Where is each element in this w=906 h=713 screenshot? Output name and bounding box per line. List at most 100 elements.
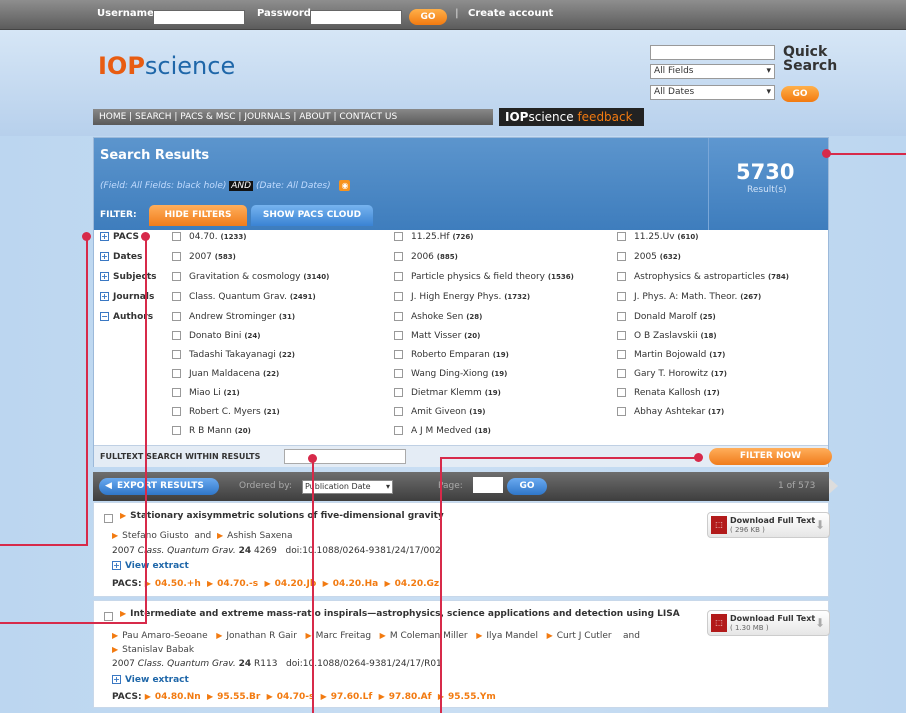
filter-option-author[interactable]: Dietmar Klemm (19) (394, 388, 501, 398)
checkbox[interactable] (394, 407, 403, 416)
feedback-link[interactable]: IOPscience feedback (499, 108, 644, 126)
view-extract-link[interactable]: + View extract (112, 675, 189, 685)
tab-show-pacs-cloud[interactable]: SHOW PACS CLOUD (251, 205, 373, 226)
checkbox[interactable] (617, 232, 626, 241)
filter-option-author[interactable]: Matt Visser (20) (394, 331, 480, 341)
page-go-button[interactable]: GO (507, 478, 547, 495)
next-page-icon[interactable] (829, 478, 838, 494)
checkbox[interactable] (394, 426, 403, 435)
checkbox[interactable] (394, 312, 403, 321)
checkbox[interactable] (172, 252, 181, 261)
filter-option-author[interactable]: Wang Ding-Xiong (19) (394, 369, 507, 379)
checkbox[interactable] (394, 331, 403, 340)
filter-option-author[interactable]: Gary T. Horowitz (17) (617, 369, 727, 379)
checkbox[interactable] (394, 272, 403, 281)
checkbox[interactable] (617, 331, 626, 340)
export-results-button[interactable]: ◀ EXPORT RESULTS (99, 478, 219, 495)
rss-icon[interactable]: ◉ (339, 180, 351, 191)
filter-option-author[interactable]: Amit Giveon (19) (394, 407, 485, 417)
checkbox[interactable] (172, 350, 181, 359)
expand-icon[interactable]: + (100, 232, 109, 241)
checkbox[interactable] (617, 312, 626, 321)
checkbox[interactable] (172, 232, 181, 241)
quick-search-input[interactable] (650, 45, 775, 60)
filter-option-author[interactable]: A J M Medved (18) (394, 426, 491, 436)
date-select[interactable]: All Dates ▾ (650, 85, 775, 100)
username-input[interactable] (153, 10, 245, 25)
checkbox[interactable] (394, 350, 403, 359)
tab-hide-filters[interactable]: HIDE FILTERS (149, 205, 247, 226)
checkbox[interactable] (172, 426, 181, 435)
checkbox[interactable] (172, 272, 181, 281)
main-nav[interactable]: HOME | SEARCH | PACS & MSC | JOURNALS | … (93, 109, 493, 125)
pacs-link[interactable]: ▶ 04.50.+h (145, 579, 201, 589)
filter-option-author[interactable]: Martin Bojowald (17) (617, 350, 725, 360)
checkbox[interactable] (617, 407, 626, 416)
download-full-text-button[interactable]: ⬚ Download Full Text ( 296 KB ) ⬇ (707, 512, 830, 538)
filter-option[interactable]: J. Phys. A: Math. Theor. (267) (617, 292, 761, 302)
filter-option-author[interactable]: Donato Bini (24) (172, 331, 260, 341)
pacs-link[interactable]: ▶ 04.70.-s (207, 579, 258, 589)
filter-option-author[interactable]: Renata Kallosh (17) (617, 388, 720, 398)
checkbox[interactable] (617, 272, 626, 281)
pacs-link[interactable]: ▶ 04.80.Nn (145, 692, 201, 702)
filter-option[interactable]: 2007 (583) (172, 252, 236, 262)
password-input[interactable] (310, 10, 402, 25)
pacs-link[interactable]: ▶ 97.80.Af (379, 692, 432, 702)
filter-option[interactable]: Particle physics & field theory (1536) (394, 272, 574, 282)
filter-category-pacs[interactable]: + PACS (100, 232, 139, 242)
filter-option-author[interactable]: Abhay Ashtekar (17) (617, 407, 724, 417)
checkbox[interactable] (172, 369, 181, 378)
pacs-link[interactable]: ▶ 04.20.Jb (264, 579, 316, 589)
filter-option[interactable]: Class. Quantum Grav. (2491) (172, 292, 316, 302)
view-extract-link[interactable]: + View extract (112, 561, 189, 571)
checkbox[interactable] (617, 350, 626, 359)
checkbox[interactable] (394, 292, 403, 301)
fulltext-input[interactable] (284, 449, 406, 464)
checkbox[interactable] (394, 252, 403, 261)
login-go-button[interactable]: GO (409, 9, 447, 25)
checkbox[interactable] (172, 292, 181, 301)
filter-option-author[interactable]: Tadashi Takayanagi (22) (172, 350, 295, 360)
filter-option[interactable]: J. High Energy Phys. (1732) (394, 292, 530, 302)
checkbox[interactable] (172, 388, 181, 397)
create-account-link[interactable]: Create account (468, 8, 553, 19)
result-title[interactable]: ▶ Intermediate and extreme mass-ratio ins… (120, 609, 680, 619)
result-checkbox[interactable] (104, 514, 113, 523)
filter-option[interactable]: 11.25.Uv (610) (617, 232, 698, 242)
filter-option[interactable]: 2005 (632) (617, 252, 681, 262)
checkbox[interactable] (172, 331, 181, 340)
filter-category-subjects[interactable]: + Subjects (100, 272, 157, 282)
download-full-text-button[interactable]: ⬚ Download Full Text ( 1.30 MB ) ⬇ (707, 610, 830, 636)
filter-now-button[interactable]: FILTER NOW (709, 448, 832, 465)
filter-option-author[interactable]: Miao Li (21) (172, 388, 240, 398)
filter-option-author[interactable]: Donald Marolf (25) (617, 312, 716, 322)
filter-option-author[interactable]: Ashoke Sen (28) (394, 312, 482, 322)
pacs-link[interactable]: ▶ 04.20.Ha (323, 579, 379, 589)
checkbox[interactable] (172, 407, 181, 416)
quick-search-go-button[interactable]: GO (781, 86, 819, 102)
collapse-icon[interactable]: − (100, 312, 109, 321)
pacs-link[interactable]: ▶ 04.70-s (267, 692, 315, 702)
filter-option[interactable]: Gravitation & cosmology (3140) (172, 272, 329, 282)
checkbox[interactable] (394, 388, 403, 397)
checkbox[interactable] (617, 369, 626, 378)
filter-option-author[interactable]: Roberto Emparan (19) (394, 350, 509, 360)
checkbox[interactable] (617, 292, 626, 301)
filter-category-dates[interactable]: + Dates (100, 252, 142, 262)
checkbox[interactable] (394, 232, 403, 241)
checkbox[interactable] (394, 369, 403, 378)
pacs-link[interactable]: ▶ 04.20.Gz (385, 579, 440, 589)
pacs-link[interactable]: ▶ 95.55.Br (207, 692, 260, 702)
field-select[interactable]: All Fields ▾ (650, 64, 775, 79)
filter-option-author[interactable]: Robert C. Myers (21) (172, 407, 280, 417)
filter-option[interactable]: Astrophysics & astroparticles (784) (617, 272, 789, 282)
iopscience-logo[interactable]: IOPscience (98, 52, 235, 80)
checkbox[interactable] (617, 388, 626, 397)
filter-option-author[interactable]: Andrew Strominger (31) (172, 312, 295, 322)
result-title[interactable]: ▶ Stationary axisymmetric solutions of fi… (120, 511, 444, 521)
filter-option-author[interactable]: O B Zaslavskii (18) (617, 331, 717, 341)
filter-option-author[interactable]: R B Mann (20) (172, 426, 251, 436)
pacs-link[interactable]: ▶95.55.Ym (438, 692, 496, 702)
checkbox[interactable] (172, 312, 181, 321)
